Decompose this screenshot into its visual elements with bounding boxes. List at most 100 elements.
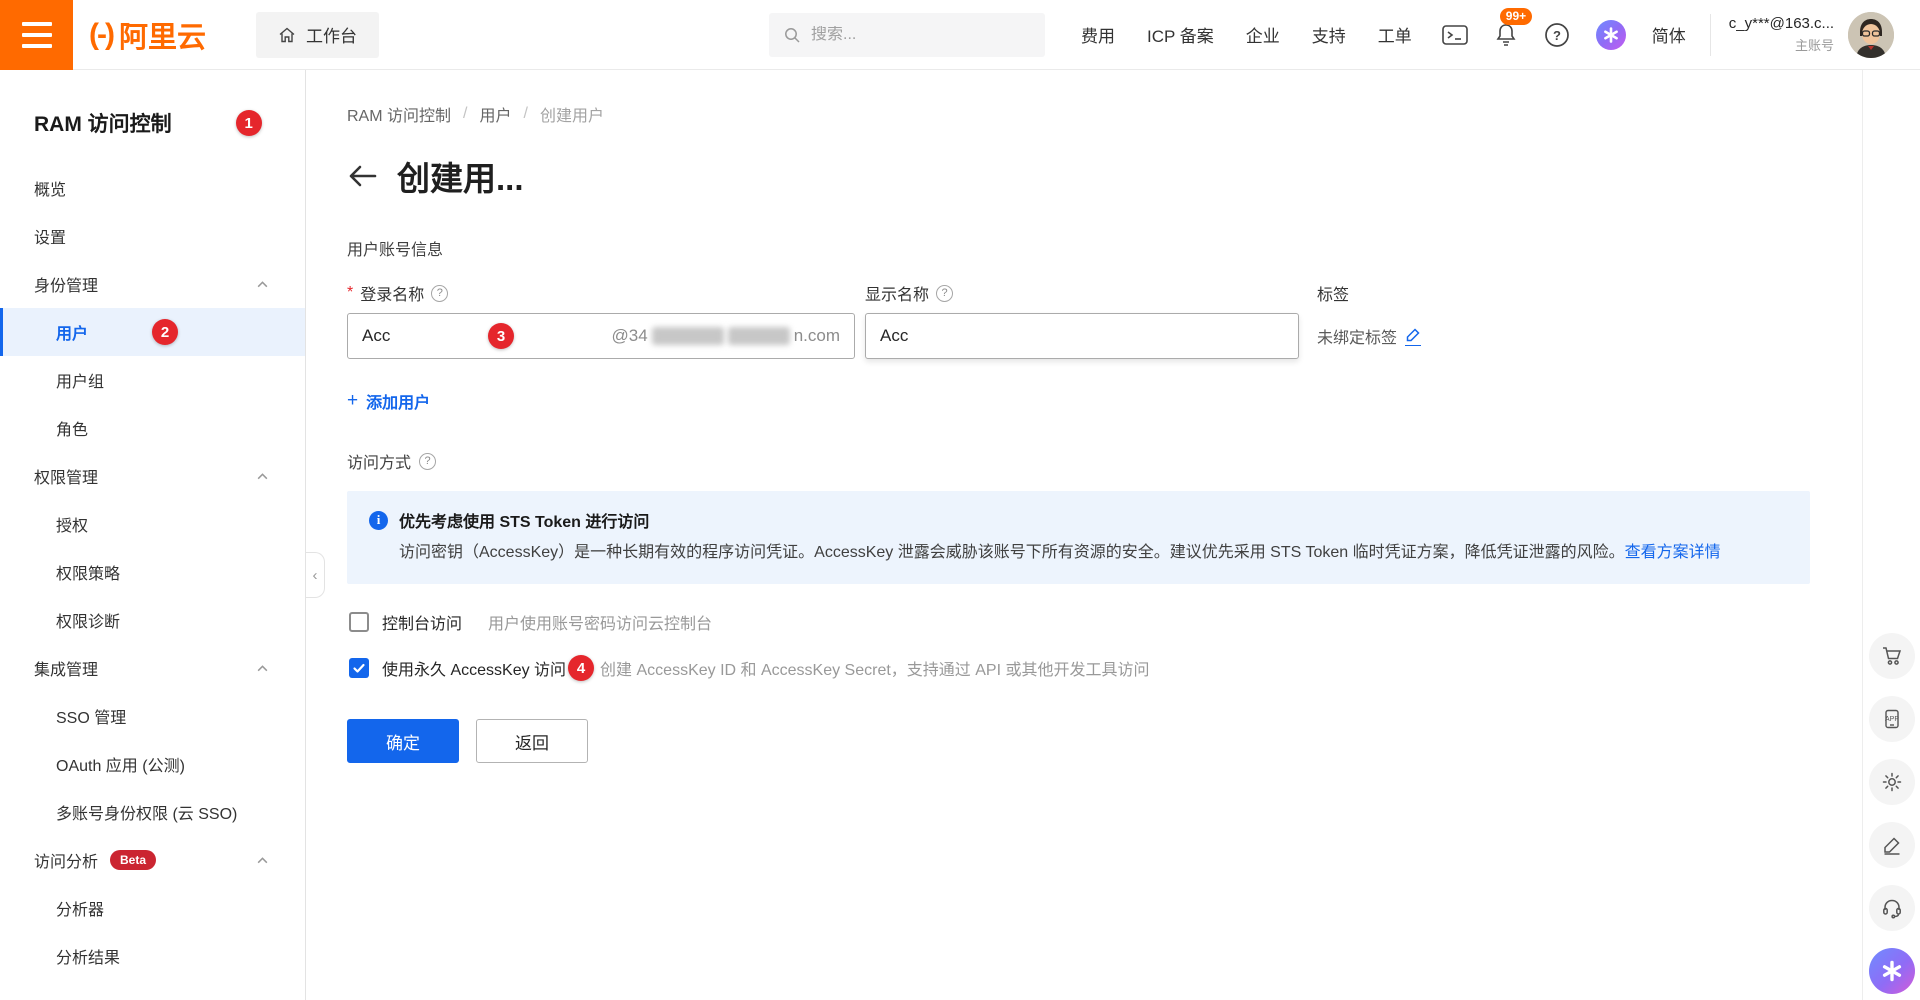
header-nav: 费用 ICP 备案 企业 支持 工单 bbox=[1081, 22, 1412, 47]
notification-badge: 99+ bbox=[1500, 8, 1532, 25]
display-name-field: 显示名称 ? Acc bbox=[865, 282, 1299, 359]
console-access-label[interactable]: 控制台访问 bbox=[382, 610, 462, 634]
login-name-input[interactable]: Acc 3 @34 n.com bbox=[347, 313, 855, 359]
workbench-label: 工作台 bbox=[306, 22, 357, 47]
required-asterisk: * bbox=[347, 284, 353, 302]
logo-bracket-icon: (-) bbox=[89, 18, 113, 52]
chevron-up-icon bbox=[256, 854, 269, 872]
home-icon bbox=[278, 26, 296, 44]
tags-label: 标签 bbox=[1317, 281, 1349, 305]
console-access-row: 控制台访问 用户使用账号密码访问云控制台 bbox=[349, 610, 1862, 634]
sidebar-item-oauth[interactable]: OAuth 应用 (公测) bbox=[0, 740, 305, 788]
sidebar: RAM 访问控制 1 概览 设置 身份管理 用户 2 用户组 角色 权限管理 授… bbox=[0, 70, 306, 1000]
page-title-row: 创建用... bbox=[347, 152, 1862, 200]
accesskey-desc: 创建 AccessKey ID 和 AccessKey Secret，支持通过 … bbox=[600, 656, 1149, 680]
sidebar-item-analysis-results[interactable]: 分析结果 bbox=[0, 932, 305, 980]
sidebar-item-diagnosis[interactable]: 权限诊断 bbox=[0, 596, 305, 644]
login-name-value: Acc bbox=[362, 326, 390, 346]
cart-icon[interactable] bbox=[1869, 633, 1915, 679]
redacted-block bbox=[728, 327, 790, 345]
top-header: (-) 阿里云 工作台 费用 ICP 备案 企业 支持 工单 bbox=[0, 0, 1920, 70]
nav-support[interactable]: 支持 bbox=[1312, 22, 1346, 47]
global-search[interactable] bbox=[769, 13, 1045, 57]
aliyun-logo[interactable]: (-) 阿里云 bbox=[89, 14, 206, 56]
info-body: 访问密钥（AccessKey）是一种长期有效的程序访问凭证。AccessKey … bbox=[399, 539, 1788, 566]
hamburger-menu-icon[interactable] bbox=[0, 0, 73, 70]
view-solution-link[interactable]: 查看方案详情 bbox=[1625, 544, 1721, 561]
sidebar-group-identity[interactable]: 身份管理 bbox=[0, 260, 305, 308]
section-access-method: 访问方式 ? bbox=[347, 449, 1862, 473]
info-icon: i bbox=[369, 511, 388, 530]
gear-icon[interactable] bbox=[1869, 759, 1915, 805]
avatar[interactable] bbox=[1848, 12, 1894, 58]
account-role: 主账号 bbox=[1729, 35, 1834, 54]
section-account-info: 用户账号信息 bbox=[347, 236, 1862, 260]
account-menu[interactable]: c_y***@163.c... 主账号 bbox=[1729, 15, 1834, 54]
breadcrumb-ram[interactable]: RAM 访问控制 bbox=[347, 102, 451, 126]
sidebar-item-grants[interactable]: 授权 bbox=[0, 500, 305, 548]
nav-billing[interactable]: 费用 bbox=[1081, 22, 1115, 47]
cloudshell-icon[interactable] bbox=[1442, 23, 1468, 47]
display-name-input[interactable]: Acc bbox=[865, 313, 1299, 359]
nav-enterprise[interactable]: 企业 bbox=[1246, 22, 1280, 47]
sidebar-item-settings[interactable]: 设置 bbox=[0, 212, 305, 260]
form-actions: 确定 返回 bbox=[347, 719, 1862, 763]
account-name: c_y***@163.c... bbox=[1729, 15, 1834, 32]
help-icon[interactable]: ? bbox=[1544, 22, 1570, 48]
headset-icon[interactable] bbox=[1869, 885, 1915, 931]
sidebar-title: RAM 访问控制 bbox=[34, 108, 172, 138]
confirm-button[interactable]: 确定 bbox=[347, 719, 459, 763]
chevron-up-icon bbox=[256, 278, 269, 296]
back-arrow-icon[interactable] bbox=[347, 163, 377, 189]
sidebar-item-overview[interactable]: 概览 bbox=[0, 164, 305, 212]
plus-icon: + bbox=[347, 390, 358, 412]
add-user-label: 添加用户 bbox=[366, 389, 430, 413]
breadcrumb: RAM 访问控制 / 用户 / 创建用户 bbox=[347, 70, 1862, 126]
search-input[interactable] bbox=[811, 26, 1011, 44]
notification-bell-icon[interactable]: 99+ bbox=[1494, 22, 1518, 48]
annotation-mark-2: 2 bbox=[152, 319, 178, 345]
sidebar-item-roles[interactable]: 角色 bbox=[0, 404, 305, 452]
console-access-checkbox[interactable] bbox=[349, 612, 369, 632]
language-switch[interactable]: 简体 bbox=[1652, 22, 1686, 47]
chevron-up-icon bbox=[256, 470, 269, 488]
display-name-value: Acc bbox=[880, 326, 908, 346]
sidebar-collapse-handle[interactable]: ‹ bbox=[306, 552, 325, 598]
accesskey-row: 使用永久 AccessKey 访问 4 创建 AccessKey ID 和 Ac… bbox=[349, 655, 1862, 681]
page-title: 创建用... bbox=[397, 152, 524, 200]
edit-icon[interactable] bbox=[1869, 822, 1915, 868]
workbench-button[interactable]: 工作台 bbox=[256, 12, 379, 58]
sts-info-box: i 优先考虑使用 STS Token 进行访问 访问密钥（AccessKey）是… bbox=[347, 491, 1810, 584]
login-name-label: 登录名称 bbox=[360, 281, 424, 305]
breadcrumb-users[interactable]: 用户 bbox=[479, 102, 511, 126]
sidebar-item-policies[interactable]: 权限策略 bbox=[0, 548, 305, 596]
breadcrumb-create-user: 创建用户 bbox=[540, 102, 604, 126]
add-user-button[interactable]: + 添加用户 bbox=[347, 389, 430, 413]
login-domain-suffix: @34 n.com bbox=[612, 326, 840, 346]
ai-assistant-icon[interactable] bbox=[1869, 948, 1915, 994]
sidebar-group-permissions[interactable]: 权限管理 bbox=[0, 452, 305, 500]
sidebar-item-analyzer[interactable]: 分析器 bbox=[0, 884, 305, 932]
help-icon[interactable]: ? bbox=[431, 285, 448, 302]
nav-ticket[interactable]: 工单 bbox=[1378, 22, 1412, 47]
aliyun-ram-console: (-) 阿里云 工作台 费用 ICP 备案 企业 支持 工单 bbox=[0, 0, 1920, 1000]
accesskey-checkbox[interactable] bbox=[349, 658, 369, 678]
ai-assistant-icon[interactable] bbox=[1596, 20, 1626, 50]
sidebar-group-integration[interactable]: 集成管理 bbox=[0, 644, 305, 692]
chevron-up-icon bbox=[256, 662, 269, 680]
login-name-field: * 登录名称 ? Acc 3 @34 n.com bbox=[347, 282, 855, 359]
help-icon[interactable]: ? bbox=[419, 453, 436, 470]
sidebar-group-access-analysis[interactable]: 访问分析 Beta bbox=[0, 836, 305, 884]
sidebar-item-cloudsso[interactable]: 多账号身份权限 (云 SSO) bbox=[0, 788, 305, 836]
nav-icp[interactable]: ICP 备案 bbox=[1147, 22, 1214, 47]
logo-text: 阿里云 bbox=[119, 14, 206, 56]
back-button[interactable]: 返回 bbox=[476, 719, 588, 763]
sidebar-item-user-groups[interactable]: 用户组 bbox=[0, 356, 305, 404]
svg-text:?: ? bbox=[1553, 28, 1561, 43]
sidebar-item-sso[interactable]: SSO 管理 bbox=[0, 692, 305, 740]
help-icon[interactable]: ? bbox=[936, 285, 953, 302]
app-icon[interactable]: APP bbox=[1869, 696, 1915, 742]
edit-tags-icon[interactable] bbox=[1405, 327, 1421, 346]
sidebar-item-users[interactable]: 用户 2 bbox=[0, 308, 305, 356]
accesskey-label[interactable]: 使用永久 AccessKey 访问 bbox=[382, 656, 566, 680]
